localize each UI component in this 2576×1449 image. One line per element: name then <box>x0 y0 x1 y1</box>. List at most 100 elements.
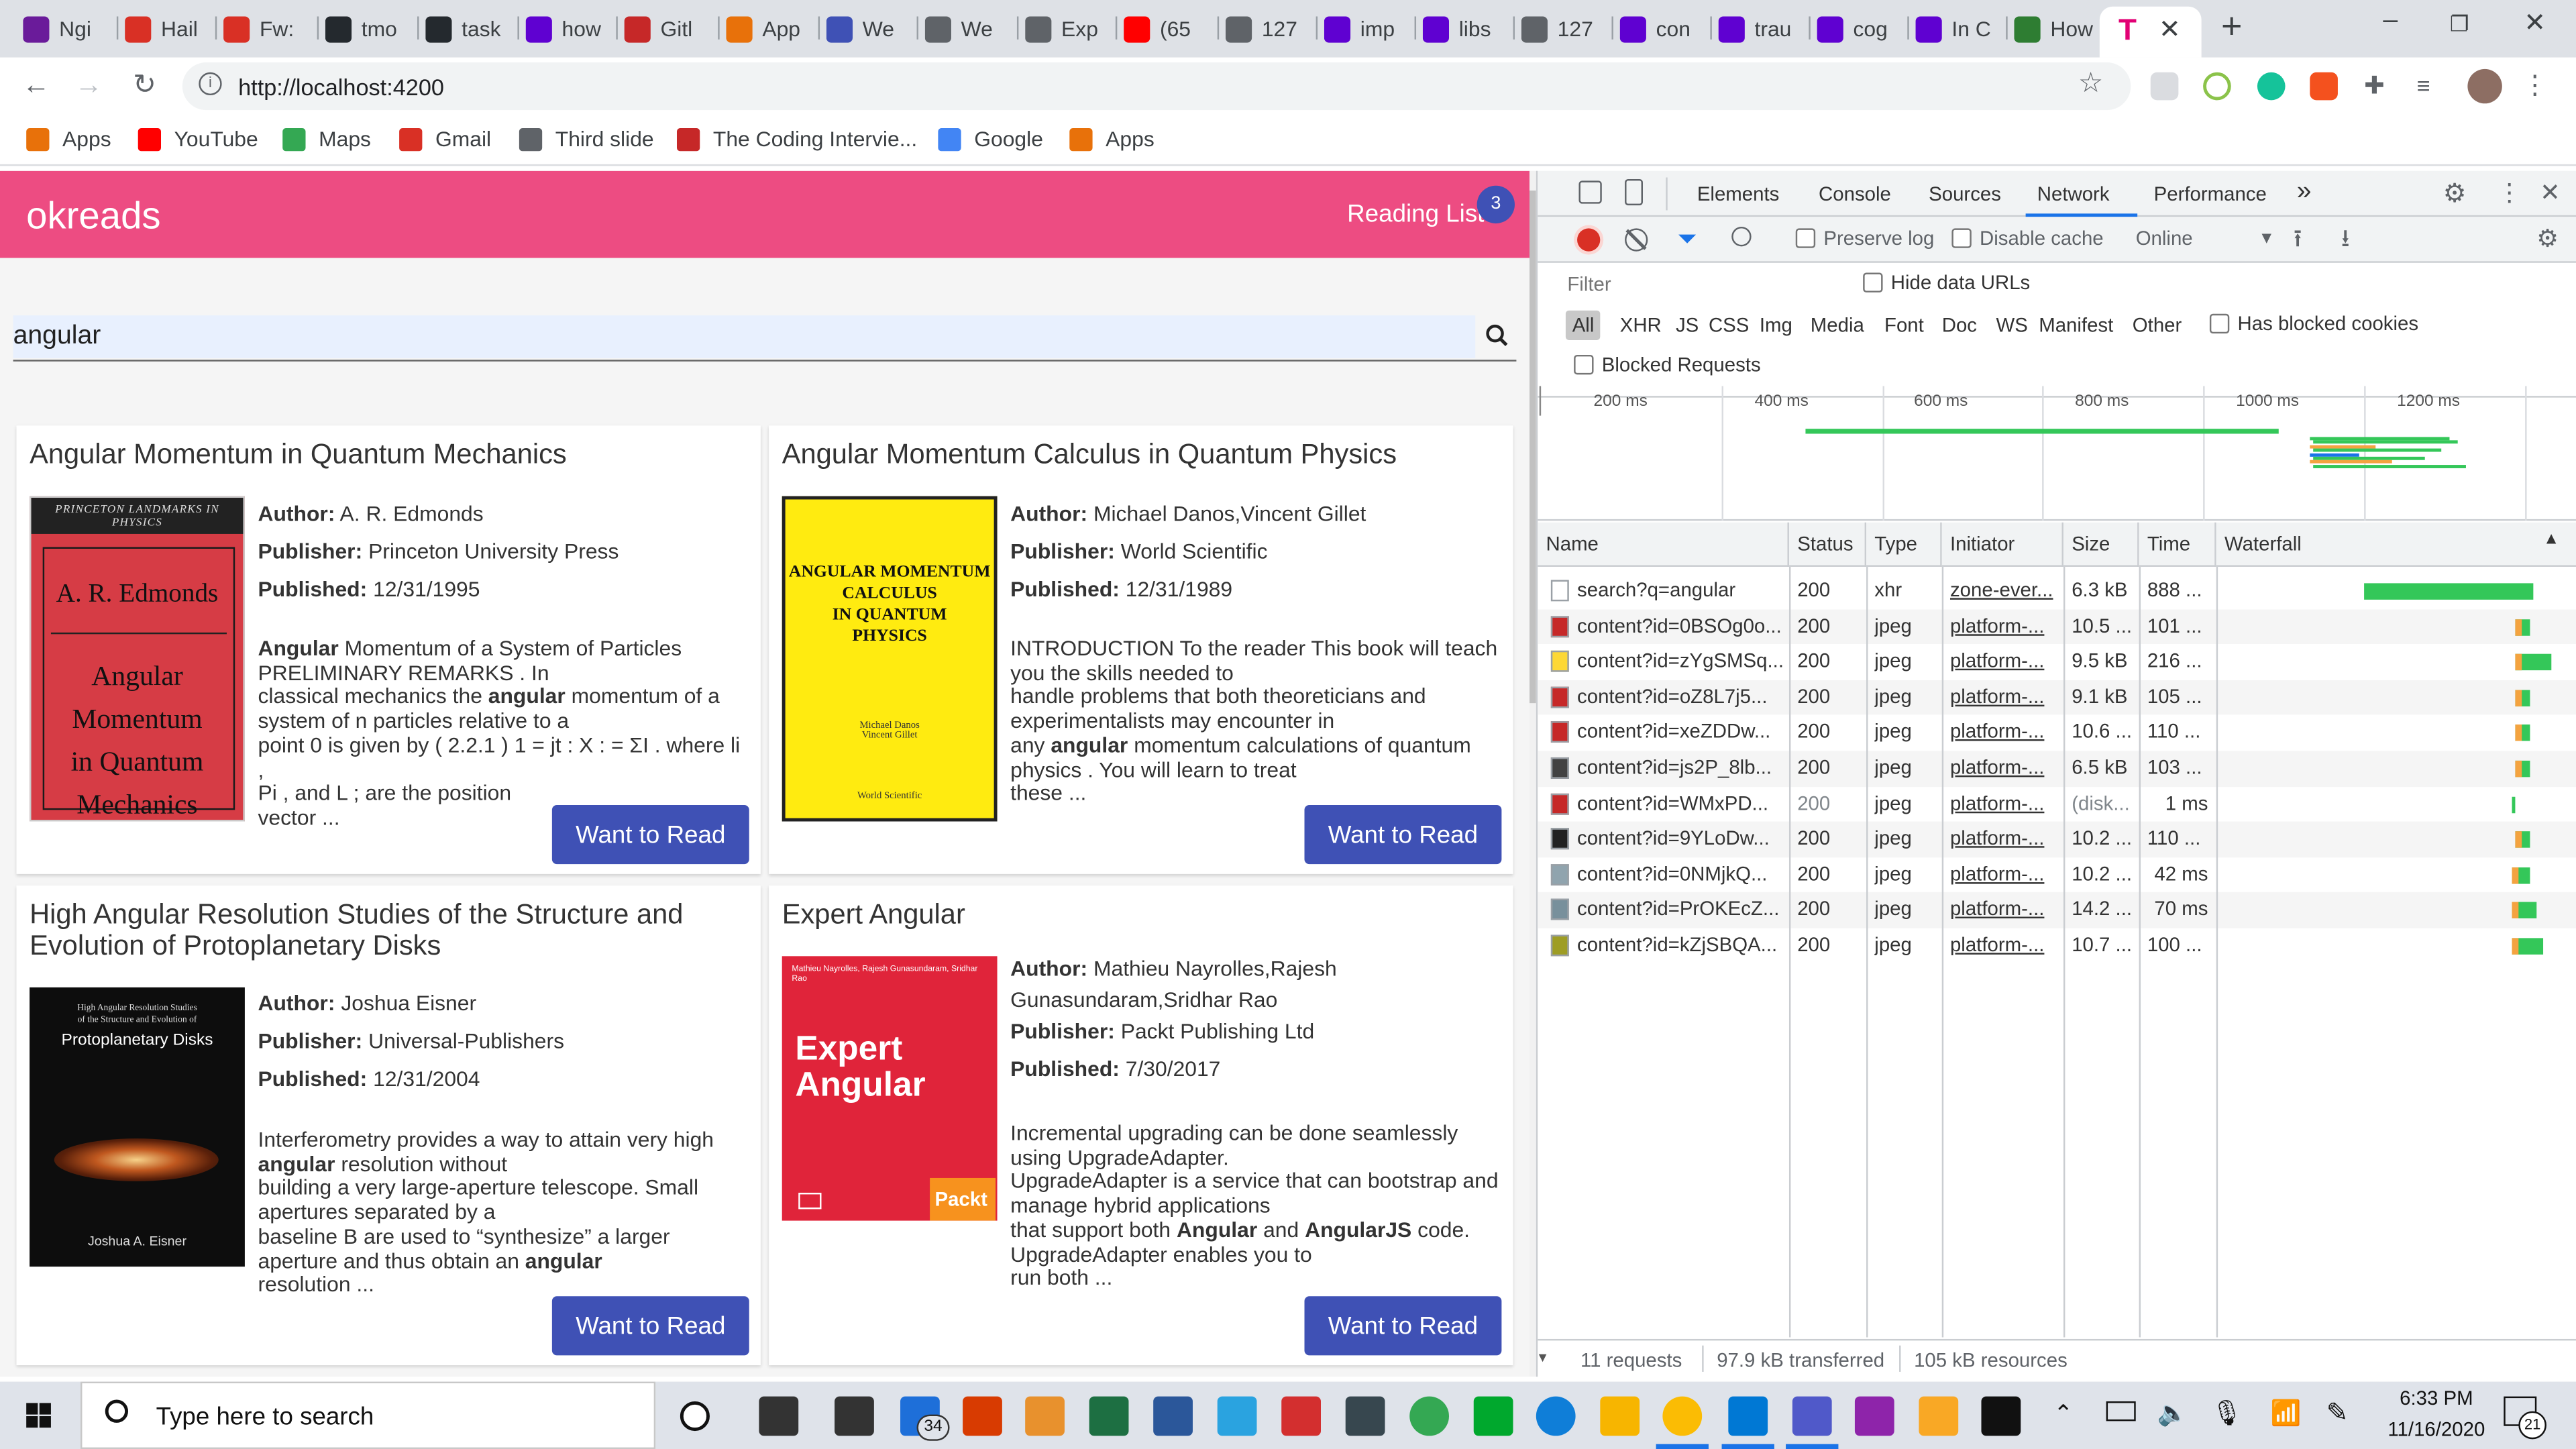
request-row[interactable]: content?id=xeZDDw... 200 jpeg platform-... 1… <box>1538 715 2576 751</box>
pen-icon[interactable]: ✎ <box>2326 1397 2349 1430</box>
winrar-icon[interactable] <box>1854 1396 1894 1436</box>
devtools-scroll-down-icon[interactable]: ▼ <box>1536 1350 1552 1370</box>
column-header-size[interactable]: Size <box>2063 522 2139 567</box>
request-row[interactable]: content?id=9YLoDw... 200 jpeg platform-... 1… <box>1538 821 2576 857</box>
want-to-read-button[interactable]: Want to Read <box>551 805 749 865</box>
reading-list-button[interactable]: Reading List <box>1347 201 1484 229</box>
terminal-icon[interactable] <box>1981 1396 2021 1436</box>
microphone-icon[interactable]: 🎙 <box>2211 1398 2243 1428</box>
vscode-icon[interactable] <box>1728 1396 1768 1436</box>
hide-data-urls-checkbox[interactable]: Hide data URLs <box>1863 271 2030 294</box>
browser-tab[interactable]: imp <box>1324 10 1419 48</box>
file-explorer-icon[interactable] <box>1919 1396 1959 1436</box>
taskbar-search-placeholder[interactable]: Type here to search <box>156 1403 374 1431</box>
browser-tab[interactable]: Exp <box>1025 10 1120 48</box>
request-initiator[interactable]: platform-... <box>1950 715 2059 749</box>
request-row[interactable]: content?id=PrOKEcZ... 200 jpeg platform-...… <box>1538 892 2576 928</box>
tab-elements[interactable]: Elements <box>1697 182 1780 205</box>
request-initiator[interactable]: platform-... <box>1950 609 2059 643</box>
filter-input[interactable] <box>1567 269 1843 299</box>
clock-time[interactable]: 6:33 PM <box>2379 1387 2493 1409</box>
browser-tab[interactable]: Hail <box>125 10 220 48</box>
cortana-icon[interactable] <box>680 1401 710 1432</box>
active-tab[interactable]: T ✕ <box>2099 6 2202 58</box>
request-initiator[interactable]: platform-... <box>1950 644 2059 678</box>
type-filter-media[interactable]: Media <box>1811 314 1864 337</box>
type-filter-ws[interactable]: WS <box>1996 314 2028 337</box>
request-row[interactable]: content?id=WMxPD... 200 jpeg platform-... (d… <box>1538 786 2576 822</box>
settings-gear-icon[interactable]: ⚙ <box>2443 177 2467 210</box>
request-initiator[interactable]: platform-... <box>1950 680 2059 714</box>
browser-tab[interactable]: trau <box>1718 10 1814 48</box>
browser-tab[interactable]: App <box>726 10 821 48</box>
type-filter-manifest[interactable]: Manifest <box>2039 314 2113 337</box>
bookmark-star-icon[interactable]: ☆ <box>2078 67 2103 100</box>
telegram-icon[interactable] <box>1217 1396 1257 1436</box>
tab-performance[interactable]: Performance <box>2154 182 2267 205</box>
record-icon[interactable] <box>1577 228 1601 252</box>
sort-ascending-icon[interactable]: ▲ <box>2543 531 2559 549</box>
sketch-icon[interactable] <box>1600 1396 1640 1436</box>
column-header-type[interactable]: Type <box>1866 522 1942 567</box>
tab-sources[interactable]: Sources <box>1929 182 2001 205</box>
has-blocked-cookies-checkbox[interactable]: Has blocked cookies <box>2209 312 2418 335</box>
bookmark-item[interactable]: Third slide <box>519 127 654 151</box>
devtools-menu-icon[interactable]: ⋮ <box>2497 177 2522 207</box>
disable-cache-checkbox[interactable]: Disable cache <box>1951 227 2104 250</box>
evernote-icon[interactable] <box>1473 1396 1513 1436</box>
search-button[interactable] <box>1481 319 1517 355</box>
column-header-initiator[interactable]: Initiator <box>1941 522 2063 567</box>
search-input[interactable] <box>13 315 1476 358</box>
bookmark-item[interactable]: The Coding Intervie... <box>676 127 917 151</box>
browser-tab[interactable]: 127 <box>1521 10 1617 48</box>
column-header-waterfall[interactable]: Waterfall <box>2216 522 2576 567</box>
bookmark-item[interactable]: YouTube <box>138 127 258 151</box>
browser-tab[interactable]: Ngi <box>23 10 118 48</box>
chrome-menu-icon[interactable]: ⋮ <box>2522 72 2550 101</box>
minimize-icon[interactable]: – <box>2366 7 2415 36</box>
bookmark-item[interactable]: Apps <box>26 127 111 151</box>
browser-tab[interactable]: tmo <box>325 10 421 48</box>
request-row[interactable]: content?id=zYgSMSq... 200 jpeg platform-...… <box>1538 644 2576 680</box>
url-text[interactable]: http://localhost:4200 <box>238 74 444 100</box>
page-scrollbar[interactable] <box>1529 170 1536 1377</box>
browser-tab[interactable]: Gitl <box>624 10 720 48</box>
request-row[interactable]: content?id=oZ8L7j5... 200 jpeg platform-...… <box>1538 680 2576 716</box>
battery-icon[interactable] <box>2106 1401 2136 1421</box>
wifi-icon[interactable]: 📶 <box>2271 1398 2302 1428</box>
windows-start-icon[interactable] <box>26 1403 52 1429</box>
extensions-puzzle-icon[interactable]: ✚ <box>2364 72 2392 101</box>
close-tab-icon[interactable]: ✕ <box>2159 13 2181 46</box>
bookmark-item[interactable]: Gmail <box>399 127 491 151</box>
clear-icon[interactable] <box>1625 228 1648 252</box>
type-filter-css[interactable]: CSS <box>1709 314 1749 337</box>
back-arrow-icon[interactable]: ← <box>16 69 56 102</box>
browser-tab[interactable]: In C <box>1915 10 2011 48</box>
excel-icon[interactable] <box>1089 1396 1129 1436</box>
taskbar-search-box[interactable]: Type here to search <box>80 1381 656 1449</box>
request-row[interactable]: content?id=0NMjkQ... 200 jpeg platform-... 1… <box>1538 857 2576 893</box>
request-initiator[interactable]: platform-... <box>1950 751 2059 785</box>
browser-tab[interactable]: We <box>924 10 1020 48</box>
browser-tab[interactable]: Fw: <box>223 10 319 48</box>
new-tab-button[interactable]: + <box>2221 7 2242 44</box>
network-settings-gear-icon[interactable]: ⚙ <box>2536 223 2559 254</box>
browser-tab[interactable]: task <box>425 10 521 48</box>
task-view-icon[interactable] <box>759 1396 799 1436</box>
request-initiator[interactable]: platform-... <box>1950 857 2059 892</box>
throttle-select[interactable]: Online ▼ <box>2136 227 2275 250</box>
column-header-name[interactable]: Name <box>1538 522 1789 567</box>
request-row[interactable]: search?q=angular 200 xhr zone-ever... 6.3 kB… <box>1538 574 2576 609</box>
request-initiator[interactable]: platform-... <box>1950 893 2059 927</box>
export-har-icon[interactable]: ⭳ <box>2341 222 2350 263</box>
maps-app-icon[interactable] <box>1409 1396 1450 1436</box>
column-header-time[interactable]: Time <box>2139 522 2216 567</box>
filter-funnel-icon[interactable]: ⏷ <box>1677 225 1697 254</box>
request-initiator[interactable]: platform-... <box>1950 928 2059 963</box>
column-header-status[interactable]: Status <box>1788 522 1867 567</box>
site-info-icon[interactable]: i <box>199 72 222 96</box>
type-filter-xhr[interactable]: XHR <box>1620 314 1662 337</box>
teams-icon[interactable] <box>1792 1396 1832 1436</box>
grammarly-icon[interactable] <box>2257 72 2286 101</box>
restore-icon[interactable]: ❐ <box>2434 11 2483 38</box>
